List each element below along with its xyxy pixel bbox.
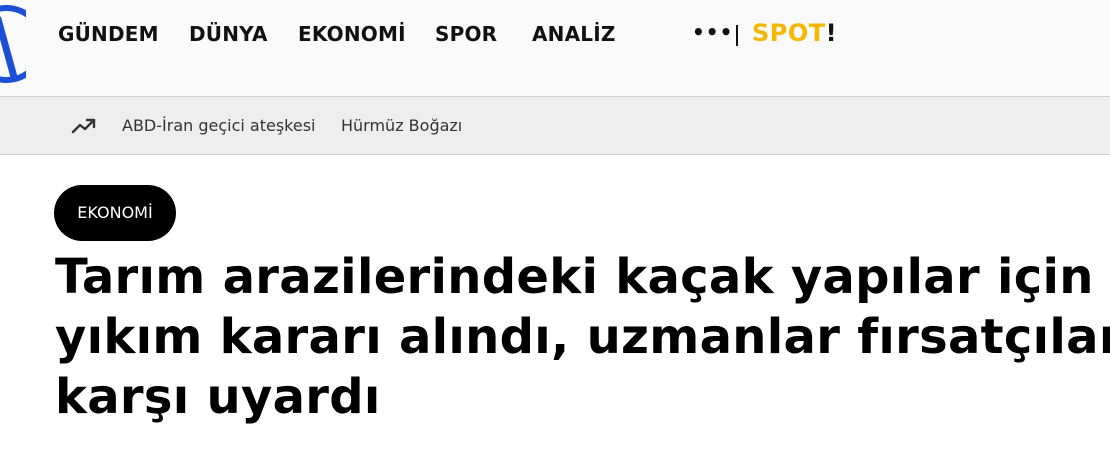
spot-logo[interactable]: SPOT!: [752, 19, 837, 47]
nav-item-analiz[interactable]: ANALİZ: [532, 22, 616, 46]
article-title-line: Tarım arazilerindeki kaçak yapılar için: [55, 249, 1094, 305]
article-title-line: karşı uyardı: [55, 369, 381, 425]
article-title-line: yıkım kararı alındı, uzmanlar fırsatçıla…: [55, 309, 1110, 365]
trending-topics-bar: ABD-İran geçici ateşkesi Hürmüz Boğazı: [0, 97, 1110, 155]
article-title: Tarım arazilerindeki kaçak yapılar için …: [55, 247, 1110, 427]
trending-link-abd-iran[interactable]: ABD-İran geçici ateşkesi: [122, 116, 316, 135]
nav-item-dunya[interactable]: DÜNYA: [189, 22, 268, 46]
trending-up-icon: [71, 118, 96, 134]
spot-logo-text: SPOT: [752, 19, 826, 47]
top-navigation-bar: GÜNDEM DÜNYA EKONOMİ SPOR ANALİZ ••• SPO…: [0, 0, 1110, 97]
nav-divider: [736, 25, 738, 46]
aa-logo[interactable]: [0, 1, 26, 87]
ellipsis-icon[interactable]: •••: [692, 20, 733, 44]
spot-logo-bang: !: [825, 19, 838, 47]
nav-item-gundem[interactable]: GÜNDEM: [58, 22, 159, 46]
category-badge[interactable]: EKONOMİ: [54, 185, 176, 241]
nav-item-spor[interactable]: SPOR: [435, 22, 497, 46]
trending-link-hurmuz[interactable]: Hürmüz Boğazı: [341, 116, 462, 135]
nav-item-ekonomi[interactable]: EKONOMİ: [298, 22, 406, 46]
